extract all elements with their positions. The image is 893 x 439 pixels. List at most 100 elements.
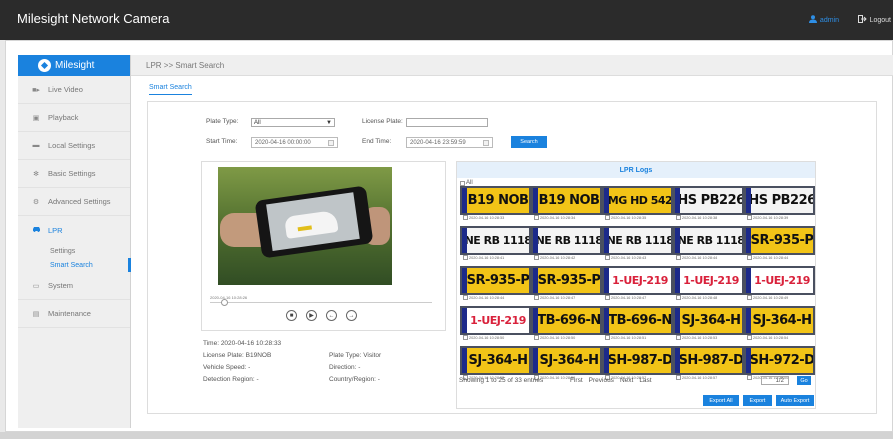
plate-checkbox[interactable] — [463, 295, 468, 300]
plate-image[interactable]: TB-696-N — [533, 308, 600, 333]
plate-checkbox[interactable] — [605, 295, 610, 300]
lpr-log-item[interactable]: NE RB 1118 2020-04-16 10:28:41 — [460, 228, 531, 261]
previous-page-link[interactable]: Previous — [589, 377, 614, 384]
auto-export-button[interactable]: Auto Export — [776, 395, 814, 406]
plate-checkbox[interactable] — [605, 255, 610, 260]
plate-checkbox[interactable] — [463, 215, 468, 220]
lpr-log-item[interactable]: SR-935-P 2020-04-16 10:28:44 — [460, 268, 531, 301]
end-time-input[interactable]: 2020-04-16 23:59:59 — [406, 137, 493, 148]
logout-button[interactable]: Logout — [857, 15, 891, 25]
plate-checkbox[interactable] — [747, 255, 752, 260]
timeline-slider[interactable] — [210, 299, 432, 306]
plate-checkbox[interactable] — [463, 255, 468, 260]
lpr-log-item[interactable]: SJ-364-H 2020-04-16 10:28:53 — [673, 308, 744, 341]
plate-checkbox[interactable] — [747, 335, 752, 340]
next-button[interactable]: → — [346, 310, 357, 321]
next-page-link[interactable]: Next — [620, 377, 633, 384]
plate-checkbox[interactable] — [534, 255, 539, 260]
plate-image[interactable]: 1-UEJ-219 — [746, 268, 813, 293]
page-number-input[interactable]: 1/2 — [761, 376, 789, 385]
lpr-log-item[interactable]: HS PB226 2020-04-16 10:28:38 — [673, 188, 744, 221]
plate-checkbox[interactable] — [676, 335, 681, 340]
plate-image[interactable]: SJ-364-H — [675, 308, 742, 333]
plate-checkbox[interactable] — [534, 335, 539, 340]
plate-image[interactable]: SJ-364-H — [462, 348, 529, 373]
lpr-log-item[interactable]: B19 NOB 2020-04-16 10:28:34 — [531, 188, 602, 221]
plate-image[interactable]: HS PB226 — [746, 188, 813, 213]
lpr-log-item[interactable]: 1-UEJ-219 2020-04-16 10:28:49 — [744, 268, 815, 301]
lpr-log-item[interactable]: 1-UEJ-219 2020-04-16 10:28:48 — [673, 268, 744, 301]
user-menu[interactable]: admin — [808, 15, 839, 25]
export-all-button[interactable]: Export All — [703, 395, 739, 406]
plate-image[interactable]: B19 NOB — [462, 188, 529, 213]
plate-checkbox[interactable] — [747, 215, 752, 220]
lpr-log-item[interactable]: NE RB 1118 2020-04-16 10:28:43 — [602, 228, 673, 261]
lpr-log-item[interactable]: HS PB226 2020-04-16 10:28:39 — [744, 188, 815, 221]
lpr-log-item[interactable]: 1-UEJ-219 2020-04-16 10:28:47 — [602, 268, 673, 301]
plate-image[interactable]: SH-972-D — [746, 348, 813, 373]
last-page-link[interactable]: Last — [639, 377, 651, 384]
first-page-link[interactable]: First — [570, 377, 583, 384]
plate-image[interactable]: SR-935-P — [533, 268, 600, 293]
plate-type-select[interactable]: All ▼ — [251, 118, 335, 127]
plate-image[interactable]: SJ-364-H — [746, 308, 813, 333]
sidebar-item-live-video[interactable]: ■▸ Live Video — [18, 76, 130, 104]
export-button[interactable]: Export — [743, 395, 772, 406]
plate-image[interactable]: 1-UEJ-219 — [604, 268, 671, 293]
start-time-input[interactable]: 2020-04-16 00:00:00 — [251, 137, 338, 148]
plate-checkbox[interactable] — [534, 295, 539, 300]
plate-image[interactable]: MG HD 542 — [604, 188, 671, 213]
lpr-log-item[interactable]: SR-935-P 2020-04-16 10:28:44 — [744, 228, 815, 261]
sidebar-item-basic-settings[interactable]: ✻ Basic Settings — [18, 160, 130, 188]
plate-image[interactable]: NE RB 1118 — [462, 228, 529, 253]
lpr-log-item[interactable]: NE RB 1118 2020-04-16 10:28:44 — [673, 228, 744, 261]
lpr-log-item[interactable]: TB-696-N 2020-04-16 10:28:51 — [602, 308, 673, 341]
sidebar-subitem-settings[interactable]: Settings — [18, 244, 130, 258]
previous-button[interactable]: ← — [326, 310, 337, 321]
lpr-log-item[interactable]: NE RB 1118 2020-04-16 10:28:42 — [531, 228, 602, 261]
go-button[interactable]: Go — [797, 376, 811, 385]
sidebar-item-system[interactable]: ▭ System — [18, 272, 130, 300]
sidebar-item-lpr[interactable]: LPR — [18, 216, 130, 244]
plate-image[interactable]: B19 NOB — [533, 188, 600, 213]
plate-image[interactable]: 1-UEJ-219 — [462, 308, 529, 333]
plate-image[interactable]: NE RB 1118 — [604, 228, 671, 253]
plate-checkbox[interactable] — [747, 295, 752, 300]
sidebar-item-maintenance[interactable]: ▤ Maintenance — [18, 300, 130, 328]
plate-checkbox[interactable] — [534, 215, 539, 220]
play-button[interactable]: ▶ — [306, 310, 317, 321]
lpr-log-item[interactable]: SR-935-P 2020-04-16 10:28:47 — [531, 268, 602, 301]
plate-image[interactable]: NE RB 1118 — [533, 228, 600, 253]
timeline-handle[interactable] — [221, 299, 228, 306]
plate-image[interactable]: SJ-364-H — [533, 348, 600, 373]
plate-image[interactable]: SH-987-D — [675, 348, 742, 373]
sidebar-item-playback[interactable]: ▣ Playback — [18, 104, 130, 132]
sidebar-item-advanced-settings[interactable]: ⚙ Advanced Settings — [18, 188, 130, 216]
sidebar-subitem-smart-search[interactable]: Smart Search — [18, 258, 131, 272]
select-all-checkbox[interactable] — [460, 180, 465, 186]
plate-image[interactable]: HS PB226 — [675, 188, 742, 213]
plate-image[interactable]: TB-696-N — [604, 308, 671, 333]
plate-checkbox[interactable] — [605, 335, 610, 340]
plate-image[interactable]: SR-935-P — [462, 268, 529, 293]
lpr-log-item[interactable]: MG HD 542 2020-04-16 10:28:35 — [602, 188, 673, 221]
plate-checkbox[interactable] — [676, 215, 681, 220]
lpr-log-item[interactable]: B19 NOB 2020-04-16 10:28:33 — [460, 188, 531, 221]
plate-checkbox[interactable] — [676, 295, 681, 300]
search-button[interactable]: Search — [511, 136, 547, 148]
lpr-log-item[interactable]: 1-UEJ-219 2020-04-16 10:28:50 — [460, 308, 531, 341]
plate-checkbox[interactable] — [605, 215, 610, 220]
stop-button[interactable]: ■ — [286, 310, 297, 321]
plate-checkbox[interactable] — [676, 255, 681, 260]
plate-image[interactable]: NE RB 1118 — [675, 228, 742, 253]
plate-image[interactable]: SH-987-D — [604, 348, 671, 373]
select-all[interactable]: All — [460, 180, 473, 186]
plate-checkbox[interactable] — [463, 335, 468, 340]
license-plate-input[interactable] — [406, 118, 488, 127]
lpr-log-item[interactable]: SJ-364-H 2020-04-16 10:28:54 — [744, 308, 815, 341]
plate-image[interactable]: SR-935-P — [746, 228, 813, 253]
tab-smart-search[interactable]: Smart Search — [149, 84, 192, 95]
lpr-log-item[interactable]: TB-696-N 2020-04-16 10:28:50 — [531, 308, 602, 341]
sidebar-item-local-settings[interactable]: ▬ Local Settings — [18, 132, 130, 160]
plate-image[interactable]: 1-UEJ-219 — [675, 268, 742, 293]
